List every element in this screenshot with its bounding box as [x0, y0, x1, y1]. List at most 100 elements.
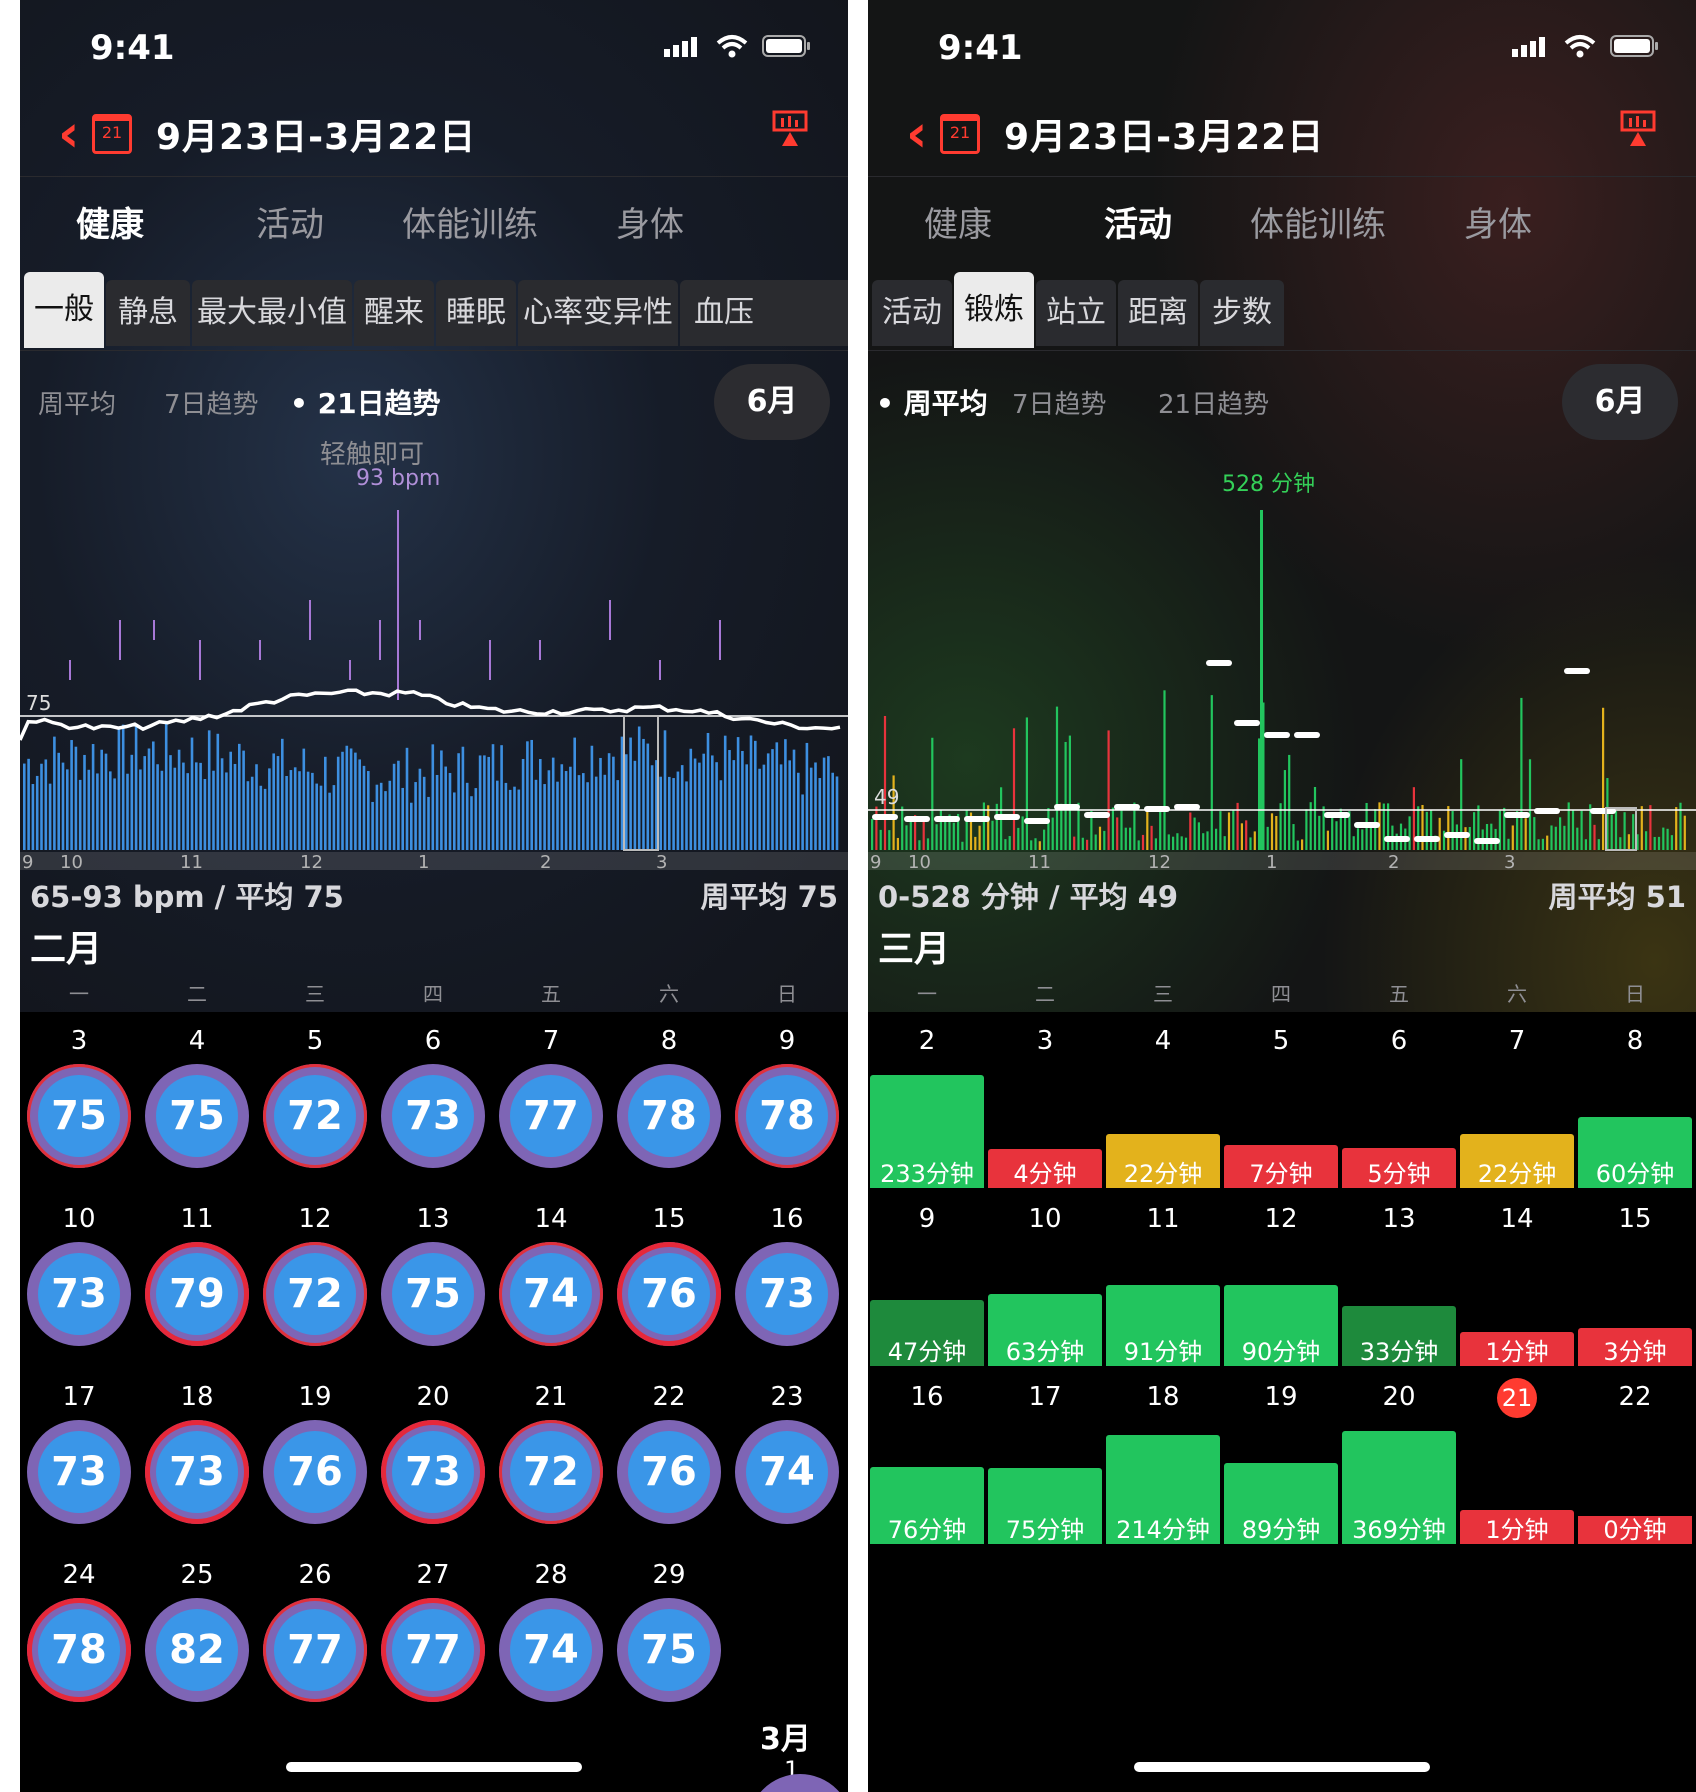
calendar-icon[interactable]: 21: [92, 114, 132, 154]
day-cell[interactable]: 9 47分钟: [868, 1190, 986, 1368]
chart-share-icon[interactable]: [772, 110, 808, 150]
day-cell[interactable]: 6 73: [374, 1012, 492, 1190]
exercise-bar-mark: [1507, 838, 1510, 850]
day-cell[interactable]: 13 75: [374, 1190, 492, 1368]
exercise-bar: [1106, 1435, 1220, 1516]
weekly-average-tick: [1444, 832, 1470, 838]
subtab-wake[interactable]: 醒来: [354, 280, 434, 346]
day-cell[interactable]: 22 0分钟: [1576, 1368, 1694, 1546]
tab-fitness[interactable]: 体能训练: [1228, 197, 1408, 246]
tab-fitness[interactable]: 体能训练: [380, 197, 560, 246]
subtab-hrv[interactable]: 心率变异性: [518, 280, 678, 346]
day-cell[interactable]: 14 1分钟: [1458, 1190, 1576, 1368]
exercise-bar-mark: [1683, 815, 1686, 850]
subtab-min-max[interactable]: 最大最小值: [192, 280, 352, 346]
day-cell[interactable]: 2 233分钟: [868, 1012, 986, 1190]
day-cell[interactable]: 15 76: [610, 1190, 728, 1368]
day-cell[interactable]: 4 75: [138, 1012, 256, 1190]
day-cell[interactable]: 15 3分钟: [1576, 1190, 1694, 1368]
heart-rate-bar: [590, 745, 594, 850]
day-cell[interactable]: 19 89分钟: [1222, 1368, 1340, 1546]
day-cell[interactable]: 8 60分钟: [1576, 1012, 1694, 1190]
tab-health[interactable]: 健康: [20, 197, 200, 246]
tab-body[interactable]: 身体: [1408, 197, 1588, 246]
subtab-activity[interactable]: 活动: [872, 280, 952, 346]
heart-rate-bar: [723, 735, 727, 850]
day-cell[interactable]: 16 73: [728, 1190, 846, 1368]
tab-activity[interactable]: 活动: [200, 197, 380, 246]
subtab-stand[interactable]: 站立: [1036, 280, 1116, 346]
tab-activity[interactable]: 活动: [1048, 197, 1228, 246]
day-cell[interactable]: 6 5分钟: [1340, 1012, 1458, 1190]
day-cell[interactable]: 18 73: [138, 1368, 256, 1546]
day-cell[interactable]: 10 73: [20, 1190, 138, 1368]
day-cell[interactable]: 16 76分钟: [868, 1368, 986, 1546]
subtab-general[interactable]: 一般: [24, 272, 104, 348]
day-cell[interactable]: 23 74: [728, 1368, 846, 1546]
exercise-chart[interactable]: 499101112123: [868, 470, 1696, 870]
heart-rate-bar: [44, 759, 48, 850]
day-cell[interactable]: 14 74: [492, 1190, 610, 1368]
heart-rate-bar: [246, 781, 250, 850]
subtab-exercise[interactable]: 锻炼: [954, 272, 1034, 348]
subtab-sleep[interactable]: 睡眠: [436, 280, 516, 346]
day-cell[interactable]: 3 4分钟: [986, 1012, 1104, 1190]
chart-share-icon[interactable]: [1620, 110, 1656, 150]
day-cell[interactable]: 9 78: [728, 1012, 846, 1190]
day-cell[interactable]: 24 78: [20, 1546, 138, 1724]
tab-body[interactable]: 身体: [560, 197, 740, 246]
day-cell[interactable]: 18 214分钟: [1104, 1368, 1222, 1546]
day-cell[interactable]: 8 78: [610, 1012, 728, 1190]
day-cell[interactable]: 12 72: [256, 1190, 374, 1368]
day-cell[interactable]: 25 82: [138, 1546, 256, 1724]
month-button[interactable]: 6月: [1562, 364, 1678, 440]
trend-21day[interactable]: 21日趋势: [1158, 384, 1269, 421]
trend-7day[interactable]: 7日趋势: [1012, 384, 1107, 421]
back-button[interactable]: ‹: [58, 108, 79, 160]
heart-rate-bar: [169, 755, 172, 850]
subtab-blood-pressure[interactable]: 血压: [680, 280, 848, 346]
day-cell[interactable]: 22 76: [610, 1368, 728, 1546]
day-cell[interactable]: 26 77: [256, 1546, 374, 1724]
next-day-ring[interactable]: [748, 1774, 848, 1792]
subtab-resting[interactable]: 静息: [106, 280, 190, 346]
day-cell[interactable]: 17 73: [20, 1368, 138, 1546]
day-cell[interactable]: 20 73: [374, 1368, 492, 1546]
day-cell[interactable]: 17 75分钟: [986, 1368, 1104, 1546]
signal-icon: [664, 37, 697, 57]
day-cell[interactable]: 28 74: [492, 1546, 610, 1724]
day-cell[interactable]: 3 75: [20, 1012, 138, 1190]
subtab-steps[interactable]: 步数: [1200, 280, 1284, 346]
day-cell[interactable]: 4 22分钟: [1104, 1012, 1222, 1190]
subtab-distance[interactable]: 距离: [1118, 280, 1198, 346]
home-indicator[interactable]: [1134, 1762, 1430, 1772]
day-cell[interactable]: 11 91分钟: [1104, 1190, 1222, 1368]
trend-weekly[interactable]: • 周平均: [876, 382, 988, 422]
trend-weekly[interactable]: 周平均: [38, 384, 116, 421]
day-cell[interactable]: 11 79: [138, 1190, 256, 1368]
day-cell[interactable]: 19 76: [256, 1368, 374, 1546]
trend-21day[interactable]: • 21日趋势: [290, 382, 441, 422]
day-cell[interactable]: 20 369分钟: [1340, 1368, 1458, 1546]
day-cell[interactable]: 5 7分钟: [1222, 1012, 1340, 1190]
tab-health[interactable]: 健康: [868, 197, 1048, 246]
day-cell[interactable]: 21 72: [492, 1368, 610, 1546]
trend-7day[interactable]: 7日趋势: [164, 384, 259, 421]
back-button[interactable]: ‹: [906, 108, 927, 160]
day-cell[interactable]: 7 22分钟: [1458, 1012, 1576, 1190]
day-cell[interactable]: 27 77: [374, 1546, 492, 1724]
home-indicator[interactable]: [286, 1762, 582, 1772]
day-cell[interactable]: 13 33分钟: [1340, 1190, 1458, 1368]
day-cell[interactable]: 7 77: [492, 1012, 610, 1190]
calendar-icon[interactable]: 21: [940, 114, 980, 154]
heart-rate-bar: [53, 736, 56, 850]
day-number: 14: [1500, 1204, 1534, 1234]
day-cell[interactable]: 29 75: [610, 1546, 728, 1724]
day-cell[interactable]: 5 72: [256, 1012, 374, 1190]
day-cell[interactable]: 10 63分钟: [986, 1190, 1104, 1368]
day-cell[interactable]: 12 90分钟: [1222, 1190, 1340, 1368]
day-cell[interactable]: 21 1分钟: [1458, 1368, 1576, 1546]
heart-rate-chart[interactable]: 759101112123: [20, 470, 848, 870]
heart-rate-bar: [818, 778, 822, 850]
month-button[interactable]: 6月: [714, 364, 830, 440]
